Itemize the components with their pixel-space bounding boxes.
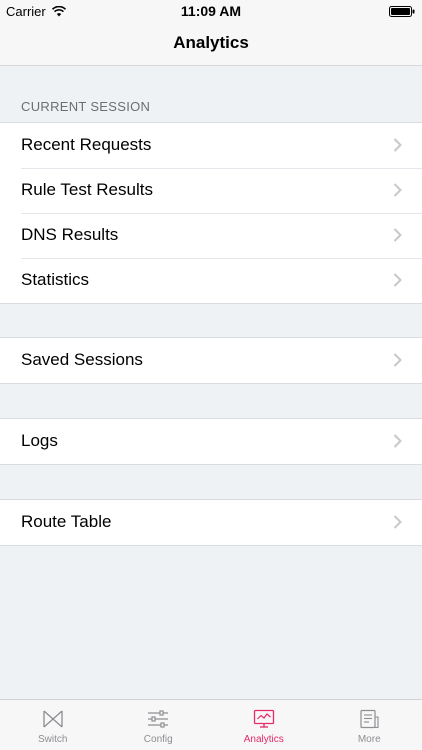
monitor-chart-icon xyxy=(253,709,274,728)
chevron-right-icon xyxy=(393,515,402,529)
route-table-group: Route Table xyxy=(0,499,422,546)
row-dns-results[interactable]: DNS Results xyxy=(0,213,422,258)
navigation-bar: Analytics xyxy=(0,22,422,66)
sliders-icon xyxy=(148,710,169,728)
analytics-screen: Carrier 11:09 AM Analytics CURRENT SESSI… xyxy=(0,0,422,750)
tab-more[interactable]: More xyxy=(317,700,422,750)
chevron-right-icon xyxy=(393,273,402,287)
chevron-right-icon xyxy=(393,183,402,197)
switch-icon xyxy=(43,710,63,728)
status-bar: Carrier 11:09 AM xyxy=(0,0,422,22)
row-logs[interactable]: Logs xyxy=(0,419,422,464)
row-rule-test-results[interactable]: Rule Test Results xyxy=(0,168,422,213)
logs-group: Logs xyxy=(0,418,422,465)
row-label: Statistics xyxy=(21,270,90,289)
page-title: Analytics xyxy=(173,33,249,52)
tab-label: Switch xyxy=(38,734,68,745)
battery-icon xyxy=(389,6,415,17)
row-label: Saved Sessions xyxy=(21,350,143,369)
chevron-right-icon xyxy=(393,353,402,367)
chevron-right-icon xyxy=(393,138,402,152)
row-label: Logs xyxy=(21,431,58,450)
tab-label: Analytics xyxy=(243,734,284,745)
row-label: Rule Test Results xyxy=(21,180,153,199)
row-statistics[interactable]: Statistics xyxy=(0,258,422,303)
row-label: Recent Requests xyxy=(21,135,152,154)
tab-config[interactable]: Config xyxy=(106,700,212,750)
tab-label: More xyxy=(357,734,381,745)
tab-bar: Switch Config Analytics More xyxy=(0,699,422,750)
document-icon xyxy=(360,709,379,729)
saved-sessions-group: Saved Sessions xyxy=(0,337,422,384)
tab-analytics[interactable]: Analytics xyxy=(211,700,317,750)
section-header-current-session: CURRENT SESSION xyxy=(21,99,151,114)
row-saved-sessions[interactable]: Saved Sessions xyxy=(0,338,422,383)
tab-switch[interactable]: Switch xyxy=(0,700,106,750)
chevron-right-icon xyxy=(393,228,402,242)
row-label: Route Table xyxy=(21,512,112,531)
row-recent-requests[interactable]: Recent Requests xyxy=(0,123,422,168)
chevron-right-icon xyxy=(393,434,402,448)
row-label: DNS Results xyxy=(21,225,119,244)
tab-label: Config xyxy=(143,734,173,745)
row-route-table[interactable]: Route Table xyxy=(0,500,422,545)
current-session-group: Recent Requests Rule Test Results DNS Re… xyxy=(0,122,422,304)
status-time: 11:09 AM xyxy=(180,3,242,19)
